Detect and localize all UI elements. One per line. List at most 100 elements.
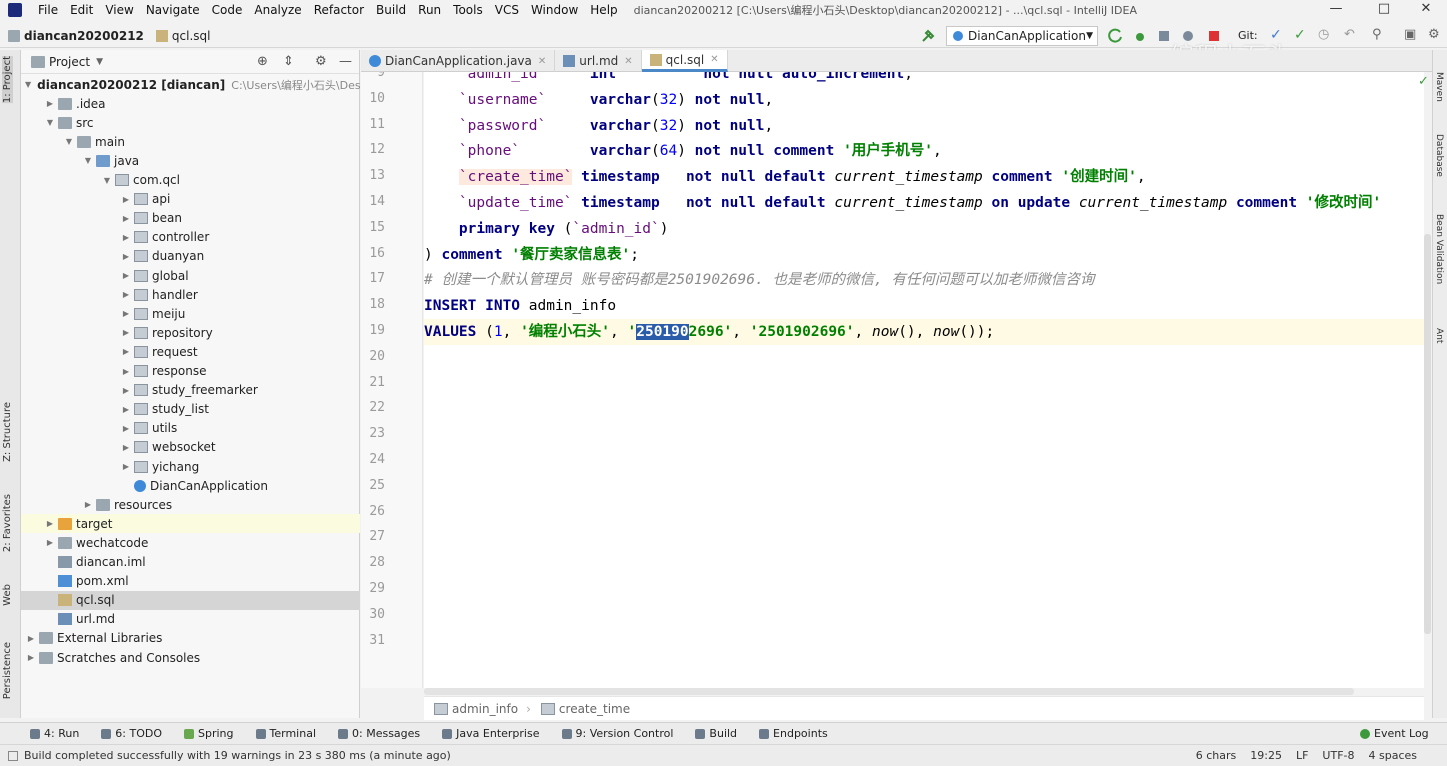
menu-run[interactable]: Run bbox=[412, 3, 447, 17]
code-line[interactable]: VALUES (1, '编程小石头', '2501902696', '25019… bbox=[424, 319, 1424, 345]
tool-terminal[interactable]: Terminal bbox=[255, 727, 316, 740]
code-line[interactable] bbox=[424, 448, 1424, 474]
close-tab-icon[interactable]: ✕ bbox=[538, 56, 546, 67]
breadcrumb-table[interactable]: admin_info bbox=[452, 702, 518, 716]
editor-tab[interactable]: DianCanApplication.java ✕ bbox=[361, 50, 556, 72]
hide-panel-icon[interactable]: — bbox=[339, 54, 352, 69]
chevron-down-icon[interactable]: ▼ bbox=[96, 57, 103, 67]
menu-view[interactable]: View bbox=[99, 3, 139, 17]
tree-item[interactable]: pom.xml bbox=[21, 572, 360, 591]
tree-item[interactable]: ▶ websocket bbox=[21, 438, 360, 457]
code-line[interactable]: `phone` varchar(64) not null comment '用户… bbox=[424, 138, 1424, 164]
chevron-right-icon[interactable]: ▶ bbox=[120, 214, 132, 223]
tree-item[interactable]: ▶ response bbox=[21, 362, 360, 381]
code-line[interactable]: `admin_id` int not null auto_increment, bbox=[424, 72, 1424, 87]
vertical-scrollbar[interactable] bbox=[1424, 234, 1431, 634]
menu-tools[interactable]: Tools bbox=[447, 3, 489, 17]
tool-todo[interactable]: 6: TODO bbox=[101, 727, 162, 740]
code-editor[interactable]: `admin_id` int not null auto_increment, … bbox=[424, 72, 1424, 688]
tool-tab-structure[interactable]: Z: Structure bbox=[2, 402, 13, 462]
code-line[interactable] bbox=[424, 474, 1424, 500]
tool-version-control[interactable]: 9: Version Control bbox=[561, 727, 673, 740]
hammer-icon[interactable] bbox=[920, 28, 936, 44]
status-toggle-icon[interactable] bbox=[8, 750, 18, 761]
tree-item[interactable]: ▶ controller bbox=[21, 228, 360, 247]
code-line[interactable] bbox=[424, 551, 1424, 577]
chevron-right-icon[interactable]: ▶ bbox=[120, 309, 132, 318]
tree-item[interactable]: DianCanApplication bbox=[21, 476, 360, 495]
code-line[interactable]: `username` varchar(32) not null, bbox=[424, 87, 1424, 113]
search-everywhere-icon[interactable]: ⚲ bbox=[1372, 27, 1382, 42]
chevron-right-icon[interactable]: ▶ bbox=[25, 634, 37, 643]
nav-project[interactable]: diancan20200212 bbox=[8, 29, 144, 43]
tool-tab-persistence[interactable]: Persistence bbox=[2, 642, 13, 699]
chevron-right-icon[interactable]: ▶ bbox=[120, 405, 132, 414]
code-line[interactable] bbox=[424, 396, 1424, 422]
run-configuration-select[interactable]: DianCanApplication ▼ bbox=[946, 26, 1098, 46]
tree-item[interactable]: diancan.iml bbox=[21, 553, 360, 572]
tool-tab-bean-validation[interactable]: Bean Validation bbox=[1434, 214, 1444, 284]
settings-icon[interactable]: ⚙ bbox=[1428, 27, 1440, 42]
chevron-right-icon[interactable]: ▶ bbox=[25, 653, 37, 662]
tool-tab-maven[interactable]: Maven bbox=[1434, 72, 1444, 102]
menu-code[interactable]: Code bbox=[206, 3, 249, 17]
gear-icon[interactable]: ⚙ bbox=[315, 54, 327, 69]
collapse-all-icon[interactable]: ⇕ bbox=[283, 54, 294, 69]
code-line[interactable]: INSERT INTO admin_info bbox=[424, 293, 1424, 319]
editor-tab[interactable]: qcl.sql ✕ bbox=[641, 50, 728, 72]
tree-item[interactable]: ▶ meiju bbox=[21, 304, 360, 323]
git-commit-icon[interactable]: ✓ bbox=[1294, 27, 1306, 43]
tree-item[interactable]: ▶ yichang bbox=[21, 457, 360, 476]
editor-tab[interactable]: url.md ✕ bbox=[555, 50, 642, 72]
code-line[interactable] bbox=[424, 422, 1424, 448]
caret-position[interactable]: 19:25 bbox=[1250, 749, 1282, 762]
tree-item[interactable]: ▶ api bbox=[21, 190, 360, 209]
nav-file[interactable]: qcl.sql bbox=[155, 29, 210, 43]
status-message[interactable]: Build completed successfully with 19 war… bbox=[24, 749, 451, 762]
code-line[interactable]: `password` varchar(32) not null, bbox=[424, 113, 1424, 139]
tree-item[interactable]: ▶ global bbox=[21, 266, 360, 285]
chevron-down-icon[interactable]: ▼ bbox=[82, 156, 94, 165]
tree-item[interactable]: url.md bbox=[21, 610, 360, 629]
line-separator[interactable]: LF bbox=[1296, 749, 1308, 762]
menu-build[interactable]: Build bbox=[370, 3, 412, 17]
menu-navigate[interactable]: Navigate bbox=[140, 3, 206, 17]
menu-window[interactable]: Window bbox=[525, 3, 584, 17]
tree-item[interactable]: ▶ utils bbox=[21, 419, 360, 438]
locate-file-icon[interactable]: ⊕ bbox=[257, 54, 268, 69]
revert-icon[interactable]: ↶ bbox=[1344, 27, 1355, 42]
rerun-icon[interactable] bbox=[1108, 28, 1124, 44]
tree-item[interactable]: ▶ wechatcode bbox=[21, 533, 360, 552]
chevron-right-icon[interactable]: ▶ bbox=[44, 99, 56, 108]
tool-tab-web[interactable]: Web bbox=[2, 584, 13, 606]
code-line[interactable] bbox=[424, 525, 1424, 551]
tree-item[interactable]: qcl.sql bbox=[21, 590, 360, 610]
chevron-right-icon[interactable]: ▶ bbox=[120, 290, 132, 299]
menu-file[interactable]: File bbox=[32, 3, 64, 17]
tool-tab-favorites[interactable]: 2: Favorites bbox=[2, 494, 13, 552]
tree-item[interactable]: ▶ repository bbox=[21, 323, 360, 342]
chevron-right-icon[interactable]: ▶ bbox=[120, 347, 132, 356]
chevron-right-icon[interactable]: ▶ bbox=[120, 462, 132, 471]
chevron-right-icon[interactable]: ▶ bbox=[120, 328, 132, 337]
tree-item[interactable]: ▶ target bbox=[21, 514, 360, 534]
maximize-icon[interactable]: □ bbox=[1364, 0, 1404, 20]
tree-item[interactable]: ▶ duanyan bbox=[21, 247, 360, 266]
tree-item[interactable]: ▶ study_list bbox=[21, 400, 360, 419]
chevron-right-icon[interactable]: ▶ bbox=[120, 386, 132, 395]
chevron-right-icon[interactable]: ▶ bbox=[120, 271, 132, 280]
chevron-right-icon[interactable]: ▶ bbox=[120, 424, 132, 433]
chevron-right-icon[interactable]: ▶ bbox=[44, 538, 56, 547]
chevron-down-icon[interactable]: ▼ bbox=[25, 80, 31, 89]
chevron-down-icon[interactable]: ▼ bbox=[44, 118, 56, 127]
event-log[interactable]: Event Log bbox=[1360, 727, 1429, 740]
tool-tab-database[interactable]: Database bbox=[1434, 134, 1444, 177]
tool-endpoints[interactable]: Endpoints bbox=[759, 727, 828, 740]
menu-edit[interactable]: Edit bbox=[64, 3, 99, 17]
code-line[interactable]: `create_time` timestamp not null default… bbox=[424, 164, 1424, 190]
tree-item[interactable]: ▶ bean bbox=[21, 209, 360, 228]
layout-icon[interactable]: ▣ bbox=[1404, 27, 1416, 42]
file-encoding[interactable]: UTF-8 bbox=[1322, 749, 1354, 762]
code-line[interactable] bbox=[424, 629, 1424, 655]
inspection-ok-icon[interactable]: ✓ bbox=[1418, 74, 1429, 89]
